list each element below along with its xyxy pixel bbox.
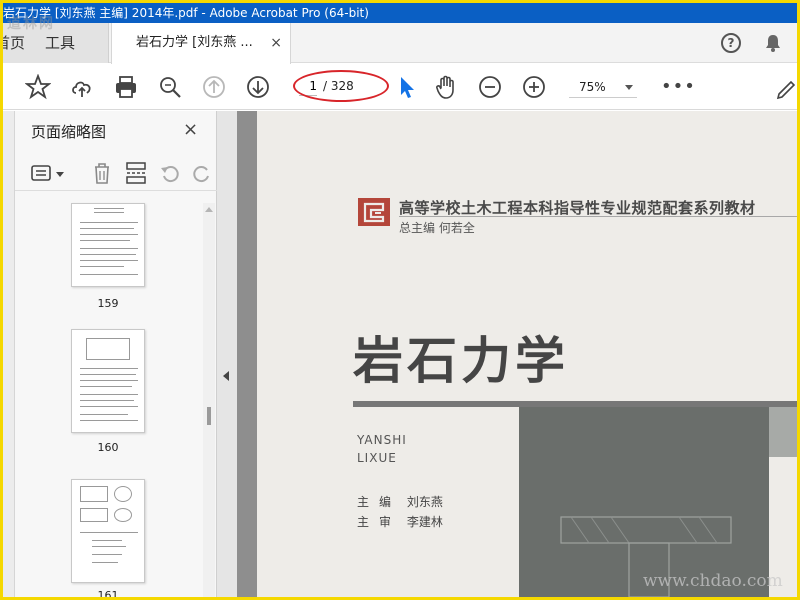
thumbnail-label: 161 xyxy=(97,589,119,597)
pdf-page: 高等学校土木工程本科指导性专业规范配套系列教材 总主编 何若全 岩石力学 YAN xyxy=(257,111,797,597)
bell-icon[interactable] xyxy=(762,32,784,54)
page-down-icon[interactable] xyxy=(245,74,271,100)
page-up-icon[interactable] xyxy=(201,74,227,100)
author-name: 李建林 xyxy=(406,515,443,529)
scrollbar-thumb[interactable] xyxy=(207,407,211,425)
thumbnail-scrollbar[interactable] xyxy=(203,203,215,597)
tab-document-label: 岩石力学 [刘东燕 ... xyxy=(136,35,253,50)
trash-icon[interactable] xyxy=(91,161,113,185)
watermark-bottom-right: www.chdao.com xyxy=(643,571,783,591)
thumbnail-label: 160 xyxy=(97,441,119,454)
series-editor: 总主编 何若全 xyxy=(399,221,475,235)
cover-graphic xyxy=(519,407,769,597)
panel-toolbar xyxy=(15,155,217,191)
window-title: 岩石力学 [刘东燕 主编] 2014年.pdf - Adobe Acrobat … xyxy=(3,6,369,20)
close-icon[interactable]: × xyxy=(183,119,198,140)
scroll-up-icon[interactable] xyxy=(205,207,213,212)
question-icon[interactable]: ? xyxy=(721,33,741,53)
thumbnail-page[interactable] xyxy=(71,479,145,583)
pinyin-line-1: YANSHI xyxy=(357,433,407,447)
more-icon[interactable]: ••• xyxy=(661,76,696,97)
cover-graphic-accent xyxy=(769,407,797,457)
author-name: 刘东燕 xyxy=(406,495,443,509)
select-cursor-icon[interactable] xyxy=(393,74,419,100)
insert-page-icon[interactable] xyxy=(125,161,147,185)
star-icon[interactable] xyxy=(24,73,52,100)
acrobat-window: 岩石力学 [刘东燕 主编] 2014年.pdf - Adobe Acrobat … xyxy=(3,3,797,597)
thumbnail-page[interactable] xyxy=(71,203,145,287)
zoom-value: 75% xyxy=(579,80,606,94)
print-icon[interactable] xyxy=(113,74,139,100)
author-role: 主编 xyxy=(357,495,402,509)
author-role: 主审 xyxy=(357,515,402,529)
undo-icon[interactable] xyxy=(159,162,181,184)
zoom-select[interactable]: 75% xyxy=(569,76,637,98)
series-title: 高等学校土木工程本科指导性专业规范配套系列教材 xyxy=(399,199,756,217)
thumbnail-options-icon[interactable] xyxy=(31,163,69,185)
main-toolbar: / 328 75% ••• xyxy=(3,64,797,110)
highlight-ellipse xyxy=(293,70,389,102)
pen-icon[interactable] xyxy=(773,74,797,100)
panel-splitter[interactable] xyxy=(217,111,237,597)
zoom-search-icon[interactable] xyxy=(157,74,183,100)
thumbnail-label: 159 xyxy=(97,297,119,310)
publisher-logo-icon xyxy=(357,197,391,227)
tab-document[interactable]: 岩石力学 [刘东燕 ... × xyxy=(111,23,291,64)
window-title-bar: 岩石力学 [刘东燕 主编] 2014年.pdf - Adobe Acrobat … xyxy=(3,3,797,23)
watermark-top-left: 道林网 xyxy=(7,16,55,32)
zoom-out-icon[interactable] xyxy=(477,74,503,100)
redo-icon[interactable] xyxy=(191,162,211,184)
reviewer-row: 主审 李建林 xyxy=(357,513,443,530)
thumbnail-page[interactable] xyxy=(71,329,145,433)
pinyin-line-2: LIXUE xyxy=(357,451,397,465)
tab-bar: 首页 工具 岩石力学 [刘东燕 ... × ? xyxy=(3,23,797,64)
thumbnail-list: 159 160 161 xyxy=(15,197,203,597)
zoom-in-icon[interactable] xyxy=(521,74,547,100)
tab-close-icon[interactable]: × xyxy=(270,23,282,63)
page-thumbnails-panel: 页面缩略图 × 159 160 161 xyxy=(15,111,217,597)
chevron-down-icon xyxy=(625,85,633,90)
document-view[interactable]: 高等学校土木工程本科指导性专业规范配套系列教材 总主编 何若全 岩石力学 YAN xyxy=(237,111,797,597)
author-row: 主编 刘东燕 xyxy=(357,493,443,510)
series-rule xyxy=(399,216,797,217)
collapse-panel-icon[interactable] xyxy=(223,371,229,381)
left-tool-rail xyxy=(3,111,15,597)
cloud-upload-icon[interactable] xyxy=(69,74,95,100)
panel-title: 页面缩略图 xyxy=(31,123,107,141)
book-title: 岩石力学 xyxy=(353,331,569,390)
hand-tool-icon[interactable] xyxy=(433,74,459,100)
